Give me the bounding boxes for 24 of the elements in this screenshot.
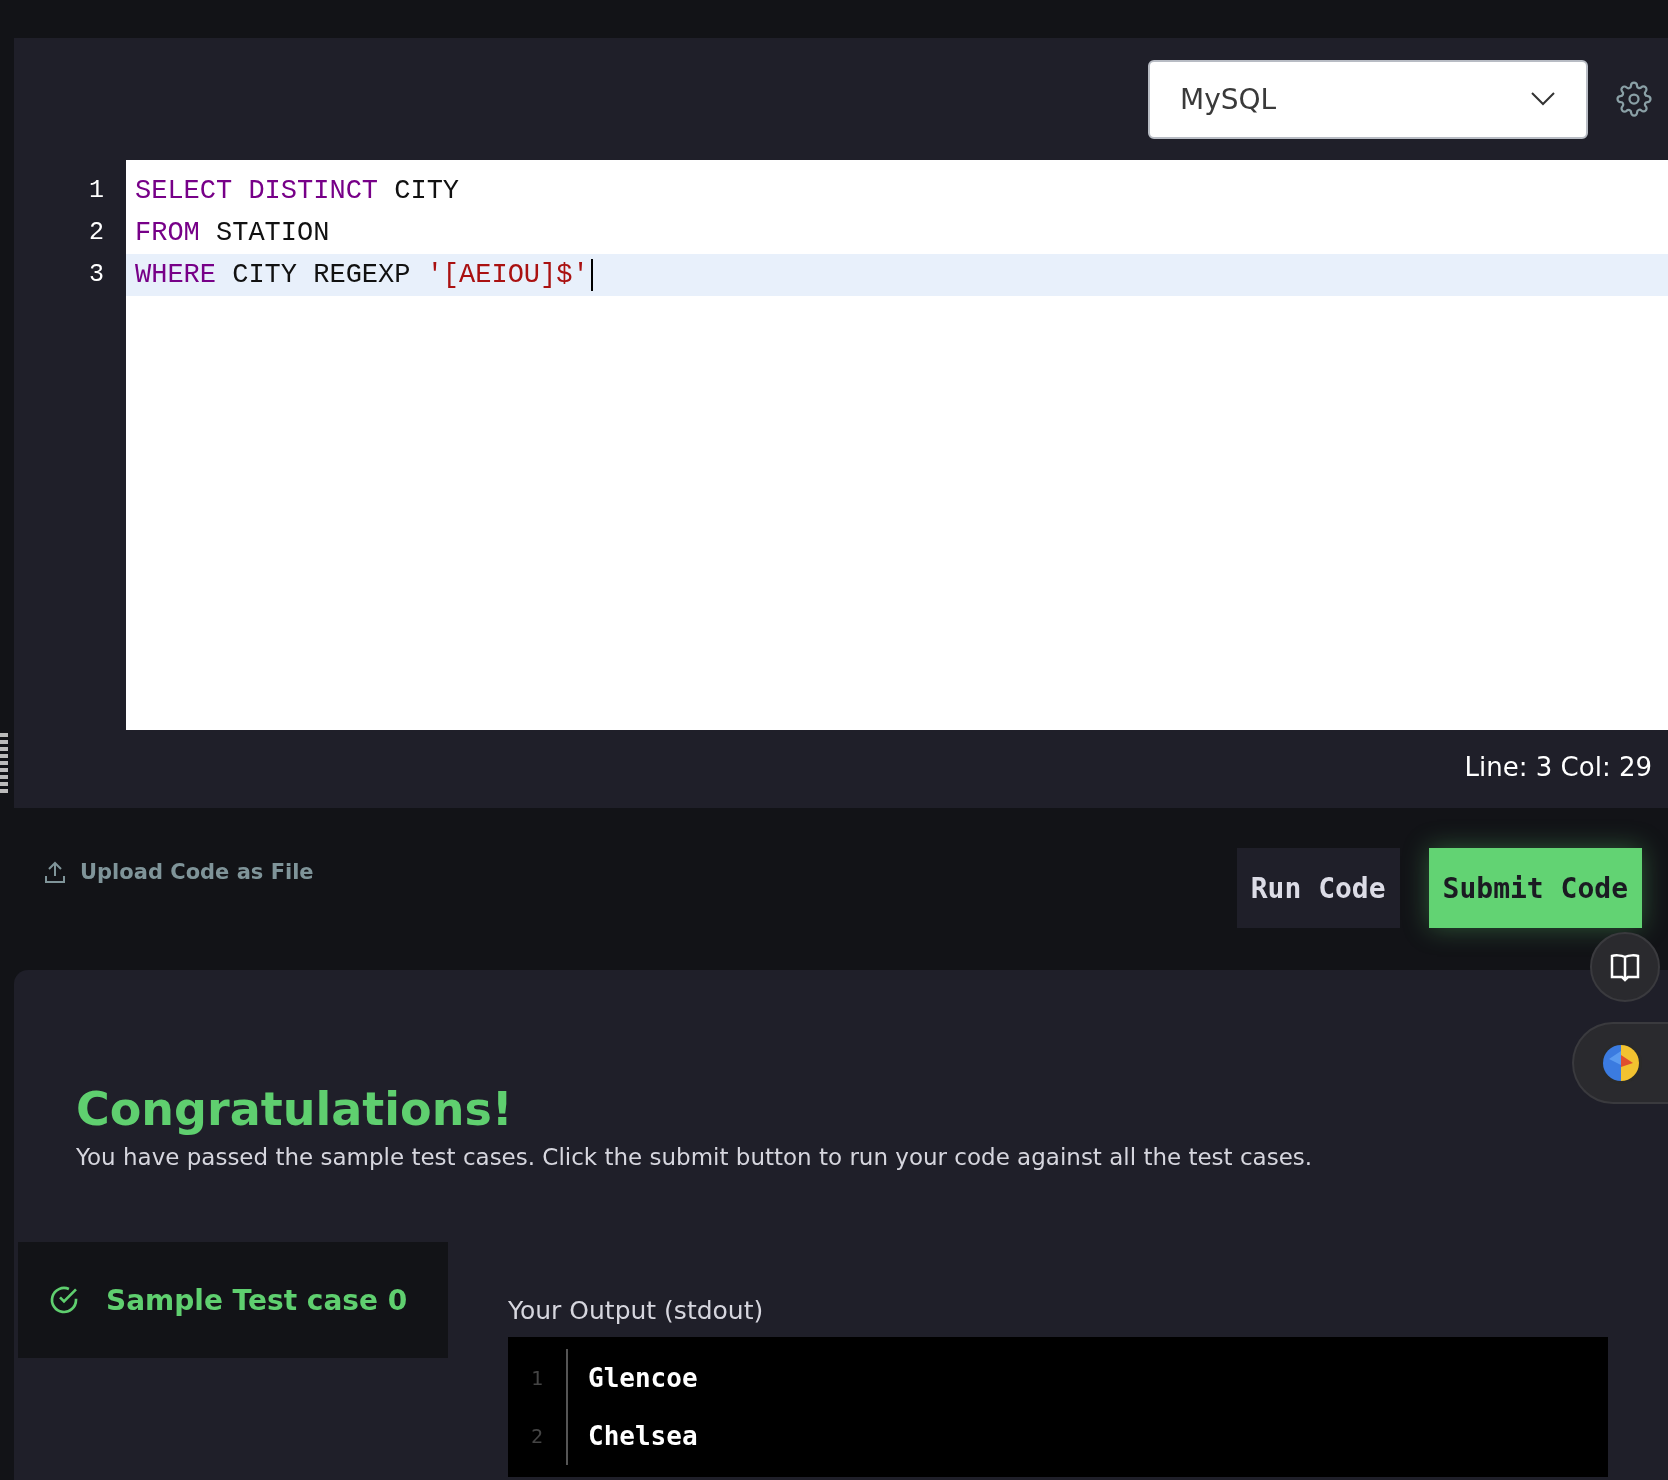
code-token: FROM bbox=[135, 218, 200, 248]
result-message: You have passed the sample test cases. Click the submit button to run your code against all the test cases. bbox=[75, 1143, 1314, 1170]
line-number: 2 bbox=[88, 217, 105, 249]
line-number: 2 bbox=[508, 1407, 568, 1465]
cursor-position: Line: 3 Col: 29 bbox=[1463, 751, 1653, 782]
result-title: Congratulations! bbox=[76, 1081, 513, 1136]
test-case-tab[interactable]: Sample Test case 0 bbox=[18, 1242, 448, 1358]
output-label: Your Output (stdout) bbox=[508, 1296, 765, 1325]
line-number: 1 bbox=[508, 1349, 568, 1407]
code-token: WHERE bbox=[135, 260, 216, 290]
line-number: 3 bbox=[88, 259, 105, 291]
output-line: Chelsea bbox=[587, 1421, 698, 1451]
run-button[interactable]: Run Code bbox=[1236, 848, 1400, 928]
submit-button[interactable]: Submit Code bbox=[1428, 848, 1642, 928]
code-editor[interactable]: SELECT DISTINCT CITY FROM STATION WHERE CITY REGEXP '[AEIOU]$' bbox=[126, 160, 1668, 730]
line-number: 1 bbox=[88, 175, 105, 207]
code-token: '[AEIOU]$' bbox=[426, 260, 589, 290]
output-line: Glencoe bbox=[587, 1363, 698, 1393]
language-dropdown[interactable]: MySQL bbox=[1148, 59, 1588, 139]
upload-link[interactable]: Upload Code as File bbox=[44, 860, 314, 884]
code-token: CITY REGEXP bbox=[232, 260, 411, 290]
code-token: STATION bbox=[216, 218, 330, 248]
code-token: CITY bbox=[394, 176, 460, 206]
code-token: SELECT DISTINCT bbox=[135, 176, 379, 206]
